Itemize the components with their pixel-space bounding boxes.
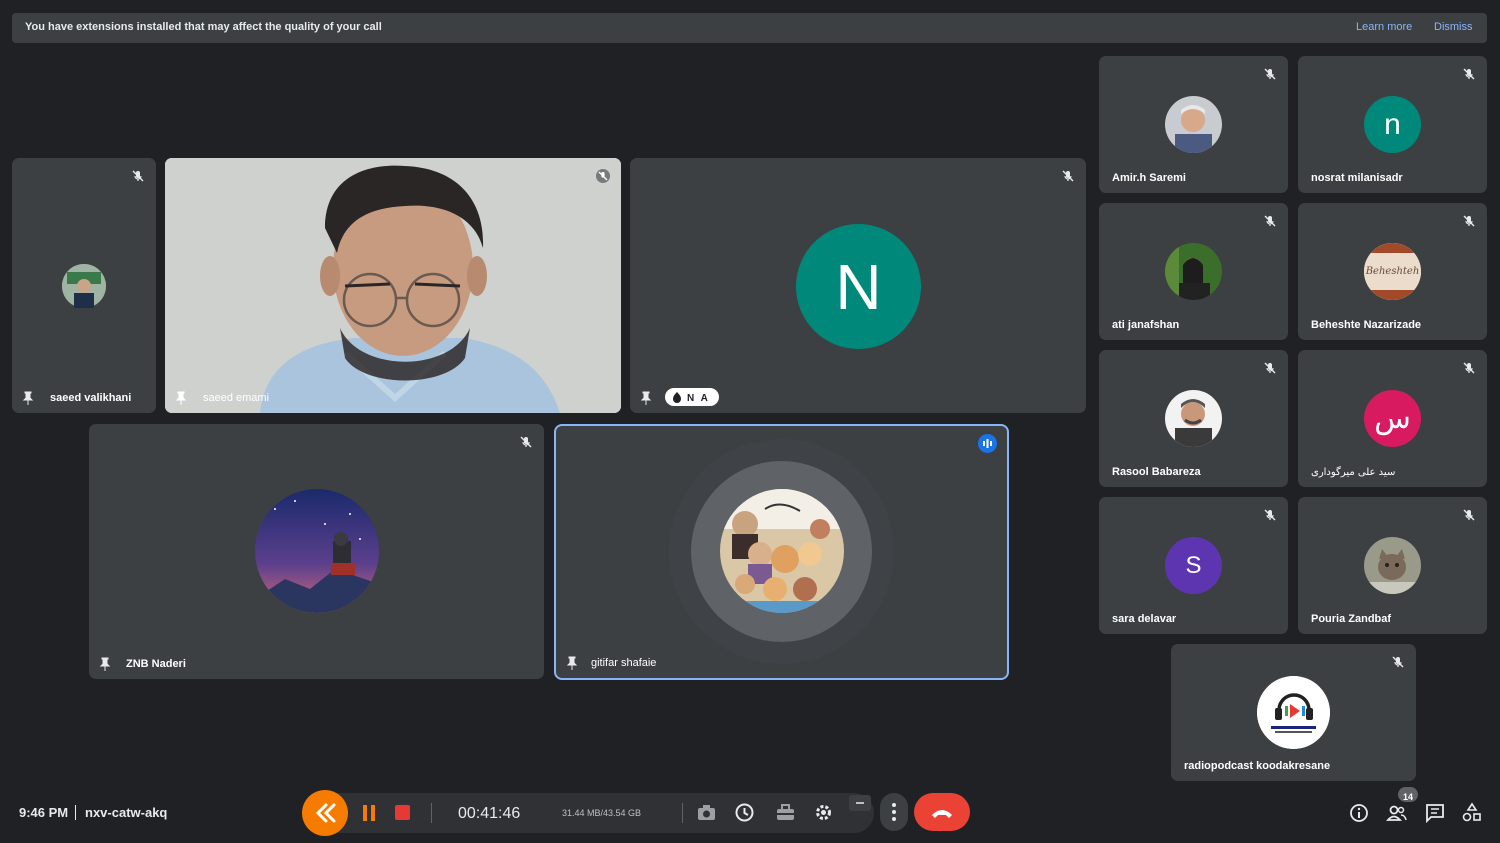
people-icon[interactable]: [1386, 802, 1408, 824]
more-vert-icon: [892, 803, 896, 821]
end-call-icon: [932, 810, 952, 818]
rewind-button[interactable]: [302, 790, 348, 836]
clock-icon[interactable]: [735, 803, 754, 822]
participant-tile[interactable]: س سید علی میرگوداری: [1298, 350, 1487, 487]
rewind-icon: [315, 803, 336, 823]
pin-icon[interactable]: [22, 391, 34, 405]
mic-off-icon: [596, 169, 610, 183]
mic-off-icon: [1264, 68, 1276, 80]
participant-tile[interactable]: saeed valikhani: [12, 158, 156, 413]
speaking-icon: [978, 434, 997, 453]
participant-name: Amir.h Saremi: [1112, 172, 1186, 184]
participant-tile[interactable]: ati janafshan: [1099, 203, 1288, 340]
divider: [75, 805, 76, 820]
participant-name: saeed valikhani: [50, 392, 132, 404]
mic-off-icon: [1463, 68, 1475, 80]
divider: [682, 803, 683, 823]
avatar: [1165, 243, 1222, 300]
name-chip: N A: [665, 388, 719, 406]
avatar: S: [1165, 537, 1222, 594]
toolbox-icon[interactable]: [776, 804, 795, 821]
avatar: n: [1364, 96, 1421, 153]
hand-icon: [673, 392, 681, 403]
participant-name: nosrat milanisadr: [1311, 172, 1403, 184]
banner-message: You have extensions installed that may a…: [25, 21, 382, 33]
pause-icon[interactable]: [362, 805, 376, 821]
participant-name: Beheshte Nazarizade: [1311, 319, 1422, 331]
participant-tile[interactable]: N N A: [630, 158, 1086, 413]
participant-name: Rasool Babareza: [1112, 466, 1201, 478]
participant-name: radiopodcast koodakresane: [1184, 760, 1331, 772]
avatar: [62, 264, 106, 308]
avatar: Beheshteh: [1364, 243, 1421, 300]
avatar: [720, 489, 844, 613]
pin-icon[interactable]: [640, 391, 652, 405]
participant-tile[interactable]: Beheshteh Beheshte Nazarizade: [1298, 203, 1487, 340]
bottom-bar: 9:46 PM nxv-catw-akq 00:41:46 31.44 MB/4…: [0, 785, 1500, 843]
participant-name: gitifar shafaie: [591, 657, 657, 669]
pin-icon[interactable]: [175, 391, 187, 405]
more-options-button[interactable]: [880, 793, 908, 831]
avatar: [1165, 96, 1222, 153]
leave-call-button[interactable]: [914, 793, 970, 831]
info-icon[interactable]: [1348, 802, 1370, 824]
camera-icon[interactable]: [697, 804, 716, 821]
minimize-icon: [856, 802, 864, 804]
extensions-banner: You have extensions installed that may a…: [12, 13, 1487, 43]
participant-tile[interactable]: n nosrat milanisadr: [1298, 56, 1487, 193]
pin-icon[interactable]: [566, 656, 578, 670]
participant-tile[interactable]: saeed emami: [165, 158, 621, 413]
participant-tile[interactable]: Pouria Zandbaf: [1298, 497, 1487, 634]
activities-icon[interactable]: [1461, 802, 1483, 824]
stop-icon[interactable]: [395, 805, 410, 820]
mic-off-icon: [1264, 509, 1276, 521]
avatar: [255, 489, 379, 613]
participant-count-badge: 14: [1398, 787, 1418, 802]
dismiss-link[interactable]: Dismiss: [1434, 21, 1473, 33]
mic-off-icon: [1463, 509, 1475, 521]
chat-icon[interactable]: [1424, 802, 1446, 824]
recording-timer: 00:41:46: [458, 805, 521, 822]
participant-tile[interactable]: Amir.h Saremi: [1099, 56, 1288, 193]
mic-off-icon: [1264, 362, 1276, 374]
mic-off-icon: [1392, 656, 1404, 668]
avatar: [1257, 676, 1330, 749]
pin-icon[interactable]: [99, 657, 111, 671]
participant-name: ZNB Naderi: [126, 658, 186, 670]
video-feed: [165, 158, 621, 413]
avatar: N: [796, 224, 921, 349]
avatar-label: Beheshteh: [1365, 266, 1420, 277]
meeting-code: nxv-catw-akq: [85, 805, 168, 820]
avatar: [1364, 537, 1421, 594]
mic-off-icon: [520, 436, 532, 448]
participant-tile-active-speaker[interactable]: gitifar shafaie: [554, 424, 1009, 680]
participant-name: N A: [687, 393, 710, 404]
mic-off-icon: [1463, 362, 1475, 374]
recorder-widget: 00:41:46 31.44 MB/43.54 GB: [302, 790, 874, 836]
gear-icon[interactable]: [814, 803, 833, 822]
participant-tile[interactable]: ZNB Naderi: [89, 424, 544, 679]
participant-name: Pouria Zandbaf: [1311, 613, 1392, 625]
participant-name: saeed emami: [203, 392, 270, 404]
mic-off-icon: [132, 170, 144, 182]
participant-name: sara delavar: [1112, 613, 1177, 625]
mic-off-icon: [1463, 215, 1475, 227]
minimize-button[interactable]: [849, 795, 871, 811]
participant-tile[interactable]: S sara delavar: [1099, 497, 1288, 634]
avatar: س: [1364, 390, 1421, 447]
learn-more-link[interactable]: Learn more: [1356, 21, 1412, 33]
divider: [431, 803, 432, 823]
participant-name: ati janafshan: [1112, 319, 1180, 331]
mic-off-icon: [1264, 215, 1276, 227]
participant-count: 14: [1402, 792, 1413, 802]
participant-name: سید علی میرگوداری: [1311, 467, 1396, 478]
participant-tile[interactable]: radiopodcast koodakresane: [1171, 644, 1416, 781]
meeting-time: 9:46 PM: [19, 805, 69, 820]
mic-off-icon: [1062, 170, 1074, 182]
avatar: [1165, 390, 1222, 447]
storage-usage: 31.44 MB/43.54 GB: [562, 808, 642, 818]
participant-tile[interactable]: Rasool Babareza: [1099, 350, 1288, 487]
